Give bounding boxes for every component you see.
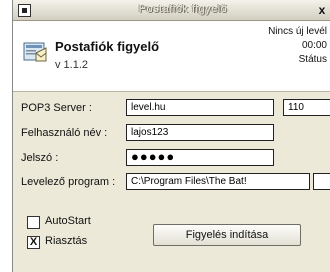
app-version: v 1.1.2 <box>55 59 89 71</box>
app-window: Postafiók figyelő x Postafiók figyelő v … <box>12 0 330 272</box>
mail-client-path-input[interactable]: C:\Program Files\The Bat! <box>126 173 310 190</box>
alarm-checkbox[interactable]: X <box>27 236 40 249</box>
window-title: Postafiók figyelő <box>138 3 228 15</box>
mail-client-label: Levelező program : <box>21 176 116 188</box>
password-input[interactable]: ●●●●● <box>126 149 274 166</box>
user-label: Felhasználó név : <box>21 127 108 139</box>
status-time: 00:00 <box>301 40 327 51</box>
start-monitoring-button[interactable]: Figyelés indítása <box>153 224 301 246</box>
status-label: Státus <box>298 54 327 65</box>
app-name: Postafiók figyelő <box>55 39 160 54</box>
autostart-label: AutoStart <box>45 215 91 227</box>
system-menu-icon[interactable] <box>18 4 31 17</box>
autostart-checkbox[interactable] <box>27 216 40 229</box>
status-message: Nincs új levél <box>268 26 327 37</box>
username-input[interactable]: lajos123 <box>126 124 274 141</box>
close-button[interactable]: x <box>315 3 329 17</box>
port-input[interactable]: 110 <box>283 99 330 116</box>
header-panel: Postafiók figyelő v 1.1.2 Nincs új levél… <box>13 21 330 92</box>
server-input[interactable]: level.hu <box>126 99 274 116</box>
server-label: POP3 Server : <box>21 102 92 114</box>
alarm-label: Riasztás <box>45 235 88 247</box>
browse-button[interactable] <box>313 173 330 190</box>
password-label: Jelszó : <box>21 152 59 164</box>
mailbox-envelope-icon <box>23 42 47 62</box>
title-bar[interactable]: Postafiók figyelő x <box>13 0 330 21</box>
